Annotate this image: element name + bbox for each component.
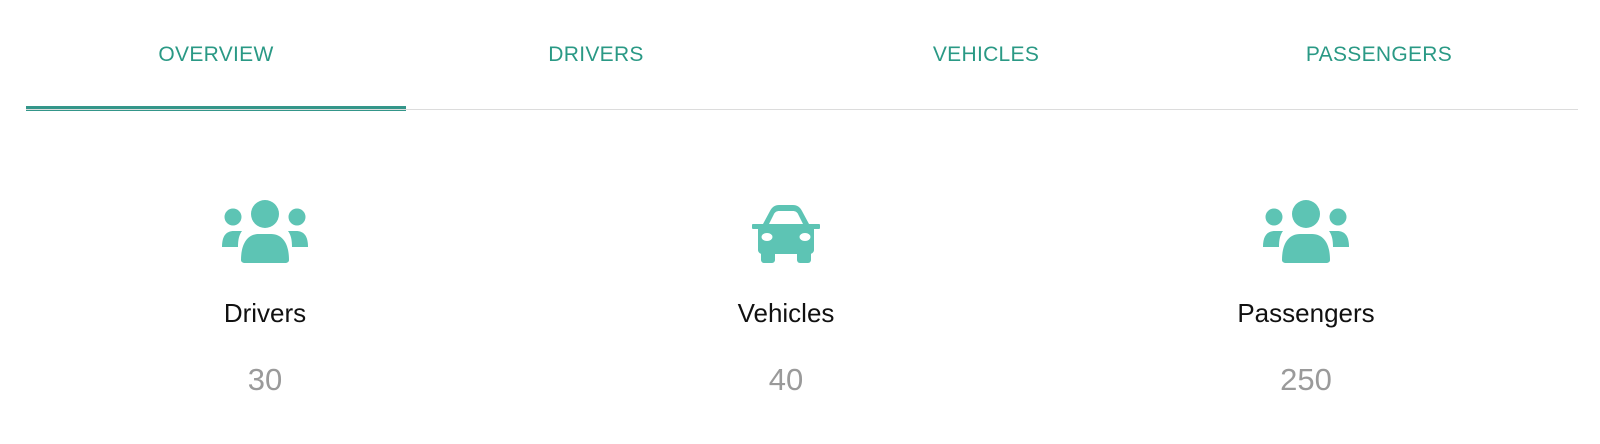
overview-stats: Drivers 30 Vehicles 40 Passengers 250 — [0, 112, 1600, 444]
tab-bar-divider — [26, 109, 1578, 110]
car-icon — [742, 200, 830, 264]
stat-vehicles: Vehicles 40 — [636, 112, 936, 444]
tab-drivers[interactable]: DRIVERS — [406, 0, 786, 112]
tab-label: OVERVIEW — [158, 43, 274, 66]
stat-value: 40 — [768, 362, 804, 397]
stat-passengers: Passengers 250 — [1156, 112, 1456, 444]
stat-label: Drivers — [223, 298, 307, 328]
stat-drivers: Drivers 30 — [115, 112, 415, 444]
tab-label: VEHICLES — [932, 43, 1040, 66]
users-icon — [1262, 200, 1350, 264]
tab-overview[interactable]: OVERVIEW — [26, 0, 406, 112]
tab-passengers[interactable]: PASSENGERS — [1186, 0, 1572, 112]
stat-label: Vehicles — [737, 298, 835, 328]
stat-value: 30 — [247, 362, 283, 397]
users-icon — [221, 200, 309, 264]
tab-bar: OVERVIEW DRIVERS VEHICLES PASSENGERS — [26, 0, 1578, 112]
stat-label: Passengers — [1237, 298, 1375, 328]
tab-vehicles[interactable]: VEHICLES — [786, 0, 1186, 112]
stat-value: 250 — [1280, 362, 1332, 397]
tab-label: PASSENGERS — [1305, 43, 1453, 66]
tab-label: DRIVERS — [548, 43, 644, 66]
